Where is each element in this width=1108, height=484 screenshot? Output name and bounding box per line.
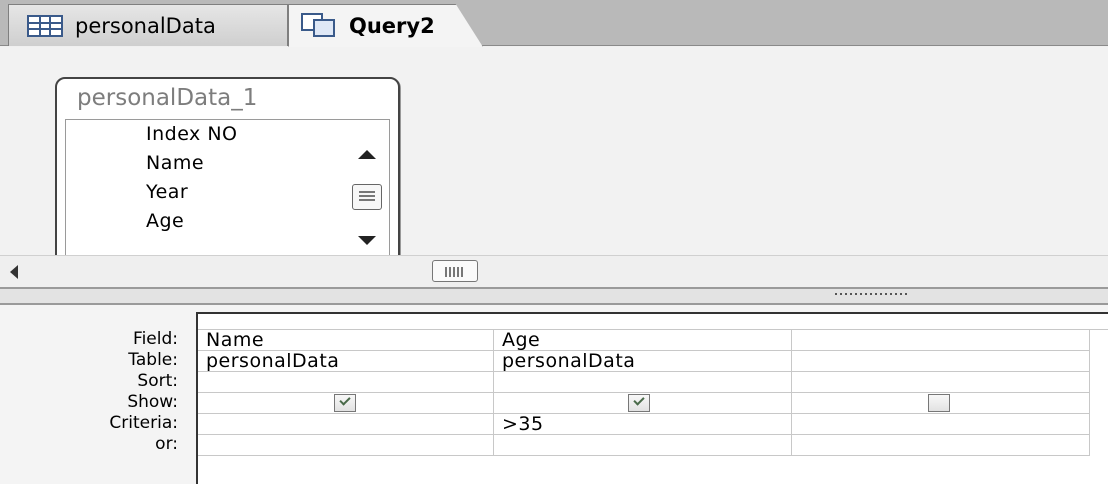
- grid-cell-or[interactable]: [494, 435, 792, 456]
- horizontal-scroll-thumb[interactable]: [432, 260, 478, 282]
- grid-cell-criteria[interactable]: [792, 414, 1090, 435]
- splitter-grip-icon[interactable]: [835, 293, 907, 295]
- row-label-show: Show:: [127, 392, 178, 412]
- grid-cell-criteria[interactable]: [198, 414, 494, 435]
- query-design-grid: Name personalData Age personalData >35: [196, 312, 1108, 484]
- grid-cell-show[interactable]: [198, 393, 494, 414]
- grid-cell-or[interactable]: [792, 435, 1090, 456]
- row-label-or: or:: [155, 434, 178, 454]
- grid-cell-criteria[interactable]: >35: [494, 414, 792, 435]
- table-icon: [27, 14, 63, 37]
- grid-cell-sort[interactable]: [792, 372, 1090, 393]
- grid-cell-table[interactable]: personalData: [494, 351, 792, 372]
- tab-personaldata[interactable]: personalData: [8, 4, 288, 46]
- field-item[interactable]: Index NO: [146, 120, 329, 149]
- column-selector-bar[interactable]: [198, 314, 1108, 330]
- pane-splitter[interactable]: [0, 287, 1108, 305]
- row-label-field: Field:: [133, 329, 178, 349]
- field-item[interactable]: Name: [146, 149, 329, 178]
- grid-cell-sort[interactable]: [198, 372, 494, 393]
- row-label-table: Table:: [128, 350, 178, 370]
- row-label-criteria: Criteria:: [109, 413, 178, 433]
- tab-query2[interactable]: Query2: [288, 4, 483, 47]
- horizontal-scrollbar[interactable]: [0, 255, 1108, 287]
- grid-cell-show[interactable]: [792, 393, 1090, 414]
- scroll-left-arrow-icon[interactable]: [10, 265, 18, 279]
- scroll-up-arrow-icon[interactable]: [358, 150, 376, 159]
- show-checkbox[interactable]: [334, 394, 356, 412]
- grid-cell-show[interactable]: [494, 393, 792, 414]
- grid-cell-or[interactable]: [198, 435, 494, 456]
- field-item[interactable]: Year: [146, 178, 329, 207]
- scroll-down-arrow-icon[interactable]: [358, 236, 376, 245]
- checkmark-icon: [633, 394, 645, 406]
- scroll-thumb[interactable]: [352, 184, 382, 210]
- show-checkbox[interactable]: [628, 394, 650, 412]
- field-list-body: Index NO Name Year Age: [65, 119, 390, 277]
- grid-cell-table[interactable]: personalData: [198, 351, 494, 372]
- field-list-scrollbar[interactable]: [349, 124, 385, 272]
- show-checkbox[interactable]: [928, 394, 950, 412]
- checkmark-icon: [339, 394, 351, 406]
- row-label-sort: Sort:: [137, 371, 178, 391]
- query-icon: [301, 12, 337, 39]
- grid-cell-field[interactable]: Name: [198, 330, 494, 351]
- tab-label: Query2: [349, 13, 435, 38]
- grid-cell-field[interactable]: Age: [494, 330, 792, 351]
- grid-cell-table[interactable]: [792, 351, 1090, 372]
- query-design-pane: personalData_1 Index NO Name Year Age: [0, 47, 1108, 287]
- grid-cell-field[interactable]: [792, 330, 1090, 351]
- grid-cell-sort[interactable]: [494, 372, 792, 393]
- field-list-title[interactable]: personalData_1: [57, 79, 398, 119]
- grid-row-labels: Field: Table: Sort: Show: Criteria: or:: [0, 329, 186, 455]
- document-tab-strip: personalData Query2: [0, 0, 1108, 47]
- field-item[interactable]: Age: [146, 207, 329, 236]
- tab-label: personalData: [75, 13, 216, 38]
- design-grid-pane: Field: Table: Sort: Show: Criteria: or: …: [0, 305, 1108, 484]
